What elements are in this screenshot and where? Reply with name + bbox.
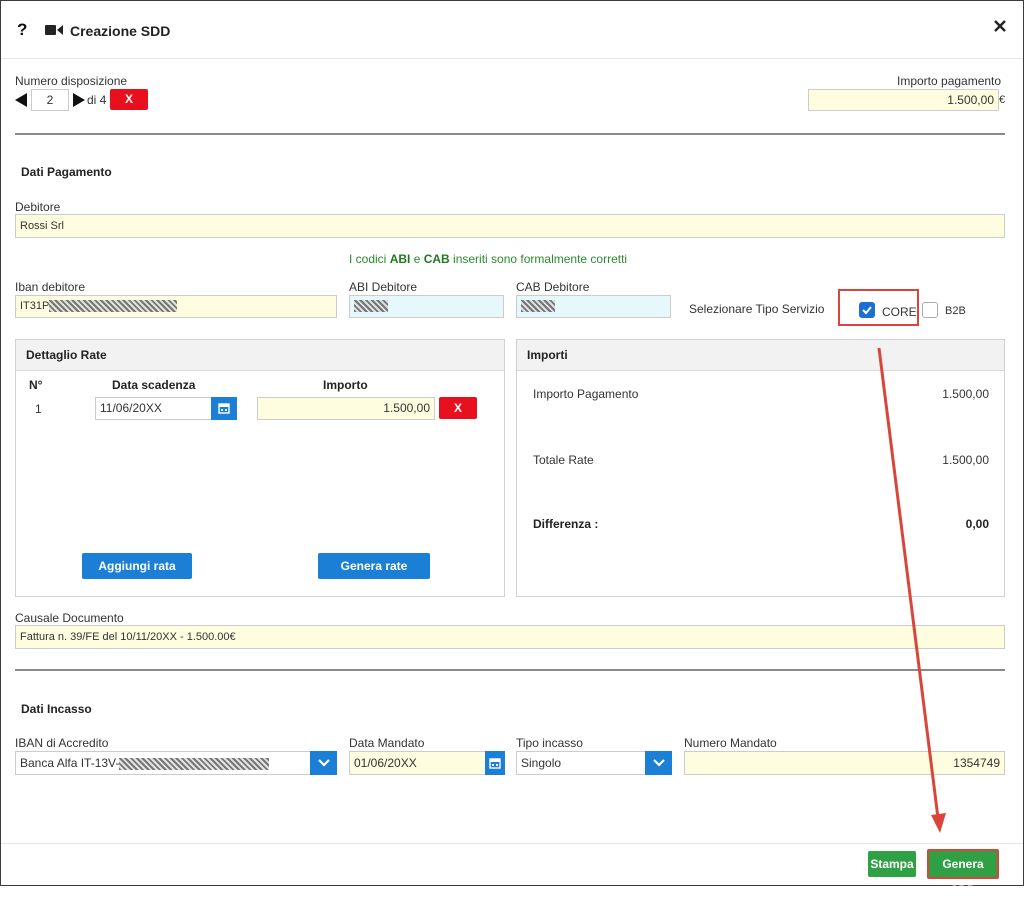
- rata-importo-input[interactable]: 1.500,00: [257, 397, 435, 420]
- debitore-label: Debitore: [15, 200, 61, 214]
- cab-debitore-label: CAB Debitore: [516, 280, 590, 294]
- record-total-label: di 4: [87, 93, 107, 107]
- data-mandato-input[interactable]: 01/06/20XX: [349, 751, 486, 775]
- b2b-label: B2B: [945, 305, 966, 317]
- numero-mandato-input[interactable]: 1354749: [684, 751, 1005, 775]
- numero-mandato-label: Numero Mandato: [684, 736, 777, 750]
- chevron-down-icon[interactable]: [310, 751, 337, 775]
- section-title-dati-incasso: Dati Incasso: [21, 702, 92, 716]
- importi-title: Importi: [517, 340, 1004, 371]
- divider: [15, 133, 1005, 135]
- footer-divider: [1, 843, 1023, 844]
- genera-rate-button[interactable]: Genera rate: [318, 553, 430, 579]
- checkmark-icon: [862, 306, 872, 315]
- delete-rata-button[interactable]: X: [439, 397, 477, 419]
- currency-symbol: €: [999, 94, 1006, 106]
- totale-rate-value: 1.500,00: [942, 453, 989, 467]
- importo-pagamento-summary-label: Importo Pagamento: [533, 387, 639, 401]
- differenza-value: 0,00: [965, 517, 989, 531]
- differenza-label: Differenza :: [533, 517, 599, 531]
- close-icon[interactable]: [994, 20, 1006, 35]
- iban-accredito-label: IBAN di Accredito: [15, 736, 109, 750]
- masked-value: [521, 300, 555, 313]
- core-label: CORE: [882, 305, 917, 319]
- calendar-icon[interactable]: [485, 751, 505, 775]
- importo-pagamento-label: Importo pagamento: [897, 74, 1002, 88]
- importo-pagamento-summary-value: 1.500,00: [942, 387, 989, 401]
- delete-record-button[interactable]: X: [110, 89, 148, 110]
- col-header-importo: Importo: [323, 378, 368, 392]
- tipo-incasso-label: Tipo incasso: [516, 736, 583, 750]
- section-title-dati-pagamento: Dati Pagamento: [21, 165, 112, 179]
- masked-value: [49, 300, 178, 313]
- rata-row-number: 1: [35, 402, 42, 416]
- tipo-incasso-select[interactable]: Singolo: [516, 751, 646, 775]
- aggiungi-rata-button[interactable]: Aggiungi rata: [82, 553, 192, 579]
- record-number-input[interactable]: 2: [31, 89, 69, 111]
- dettaglio-rate-title: Dettaglio Rate: [16, 340, 504, 371]
- causale-documento-field[interactable]: Fattura n. 39/FE del 10/11/20XX - 1.500.…: [15, 625, 1005, 649]
- causale-documento-label: Causale Documento: [15, 611, 124, 625]
- video-icon: [45, 24, 63, 39]
- debitore-field[interactable]: Rossi Srl: [15, 214, 1005, 238]
- abi-debitore-field[interactable]: [349, 295, 504, 318]
- iban-debitore-label: Iban debitore: [15, 280, 86, 294]
- stampa-button[interactable]: Stampa: [868, 851, 916, 877]
- divider: [15, 669, 1005, 671]
- genera-sdd-button[interactable]: Genera SDD: [927, 849, 999, 897]
- chevron-down-icon[interactable]: [645, 751, 672, 775]
- rata-date-input[interactable]: 11/06/20XX: [95, 397, 213, 420]
- iban-accredito-select[interactable]: Banca Alfa IT-13V-: [15, 751, 311, 775]
- numero-disposizione-label: Numero disposizione: [15, 74, 128, 88]
- masked-value: [119, 757, 270, 770]
- importo-pagamento-field[interactable]: 1.500,00: [808, 89, 999, 111]
- totale-rate-label: Totale Rate: [533, 453, 594, 467]
- b2b-checkbox[interactable]: [922, 302, 938, 318]
- iban-debitore-field[interactable]: IT31P: [15, 295, 337, 318]
- calendar-icon[interactable]: [211, 397, 237, 420]
- validation-message: I codici ABI e CAB inseriti sono formalm…: [349, 252, 628, 266]
- masked-value: [354, 300, 388, 313]
- dialog-title: Creazione SDD: [70, 23, 171, 39]
- help-icon[interactable]: ?: [17, 20, 27, 40]
- tipo-servizio-label: Selezionare Tipo Servizio: [689, 302, 825, 316]
- cab-debitore-field[interactable]: [516, 295, 671, 318]
- col-header-n: N°: [29, 378, 43, 392]
- prev-arrow-icon[interactable]: [15, 93, 27, 110]
- abi-debitore-label: ABI Debitore: [349, 280, 418, 294]
- core-checkbox[interactable]: [859, 302, 875, 318]
- data-mandato-label: Data Mandato: [349, 736, 425, 750]
- importi-panel: Importi: [516, 339, 1005, 597]
- next-arrow-icon[interactable]: [73, 93, 85, 110]
- col-header-data-scadenza: Data scadenza: [112, 378, 196, 392]
